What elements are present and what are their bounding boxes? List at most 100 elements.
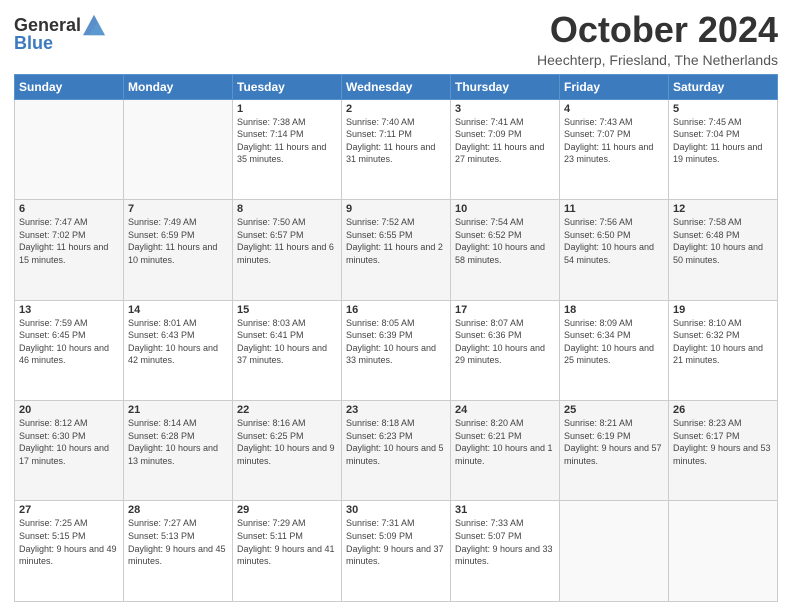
calendar-cell: 11Sunrise: 7:56 AM Sunset: 6:50 PM Dayli… <box>560 200 669 300</box>
logo: General Blue <box>14 14 105 52</box>
day-number: 6 <box>19 203 119 215</box>
day-number: 4 <box>564 103 664 115</box>
page: General Blue October 2024 Heechterp, Fri… <box>0 0 792 612</box>
day-info: Sunrise: 8:21 AM Sunset: 6:19 PM Dayligh… <box>564 417 664 467</box>
calendar-cell: 22Sunrise: 8:16 AM Sunset: 6:25 PM Dayli… <box>233 401 342 501</box>
calendar-cell: 3Sunrise: 7:41 AM Sunset: 7:09 PM Daylig… <box>451 99 560 199</box>
day-info: Sunrise: 7:27 AM Sunset: 5:13 PM Dayligh… <box>128 517 228 567</box>
day-info: Sunrise: 8:07 AM Sunset: 6:36 PM Dayligh… <box>455 317 555 367</box>
day-number: 5 <box>673 103 773 115</box>
day-number: 24 <box>455 404 555 416</box>
calendar-cell <box>124 99 233 199</box>
calendar-cell: 8Sunrise: 7:50 AM Sunset: 6:57 PM Daylig… <box>233 200 342 300</box>
calendar-header-wednesday: Wednesday <box>342 74 451 99</box>
calendar-cell: 2Sunrise: 7:40 AM Sunset: 7:11 PM Daylig… <box>342 99 451 199</box>
calendar-cell: 18Sunrise: 8:09 AM Sunset: 6:34 PM Dayli… <box>560 300 669 400</box>
calendar-header-monday: Monday <box>124 74 233 99</box>
day-info: Sunrise: 7:25 AM Sunset: 5:15 PM Dayligh… <box>19 517 119 567</box>
day-number: 26 <box>673 404 773 416</box>
day-info: Sunrise: 8:16 AM Sunset: 6:25 PM Dayligh… <box>237 417 337 467</box>
calendar-cell: 26Sunrise: 8:23 AM Sunset: 6:17 PM Dayli… <box>669 401 778 501</box>
calendar-header-sunday: Sunday <box>15 74 124 99</box>
day-info: Sunrise: 8:18 AM Sunset: 6:23 PM Dayligh… <box>346 417 446 467</box>
day-number: 25 <box>564 404 664 416</box>
day-info: Sunrise: 8:05 AM Sunset: 6:39 PM Dayligh… <box>346 317 446 367</box>
calendar-cell: 4Sunrise: 7:43 AM Sunset: 7:07 PM Daylig… <box>560 99 669 199</box>
header-right: October 2024 Heechterp, Friesland, The N… <box>537 10 778 68</box>
calendar-cell: 5Sunrise: 7:45 AM Sunset: 7:04 PM Daylig… <box>669 99 778 199</box>
day-info: Sunrise: 7:41 AM Sunset: 7:09 PM Dayligh… <box>455 116 555 166</box>
day-info: Sunrise: 8:03 AM Sunset: 6:41 PM Dayligh… <box>237 317 337 367</box>
calendar-cell: 25Sunrise: 8:21 AM Sunset: 6:19 PM Dayli… <box>560 401 669 501</box>
calendar-cell: 20Sunrise: 8:12 AM Sunset: 6:30 PM Dayli… <box>15 401 124 501</box>
day-number: 2 <box>346 103 446 115</box>
calendar-cell: 23Sunrise: 8:18 AM Sunset: 6:23 PM Dayli… <box>342 401 451 501</box>
day-info: Sunrise: 7:52 AM Sunset: 6:55 PM Dayligh… <box>346 216 446 266</box>
calendar-week-row: 13Sunrise: 7:59 AM Sunset: 6:45 PM Dayli… <box>15 300 778 400</box>
header: General Blue October 2024 Heechterp, Fri… <box>14 10 778 68</box>
day-number: 7 <box>128 203 228 215</box>
calendar-header-friday: Friday <box>560 74 669 99</box>
calendar-cell: 17Sunrise: 8:07 AM Sunset: 6:36 PM Dayli… <box>451 300 560 400</box>
day-number: 3 <box>455 103 555 115</box>
day-info: Sunrise: 7:49 AM Sunset: 6:59 PM Dayligh… <box>128 216 228 266</box>
day-info: Sunrise: 7:38 AM Sunset: 7:14 PM Dayligh… <box>237 116 337 166</box>
calendar-cell: 1Sunrise: 7:38 AM Sunset: 7:14 PM Daylig… <box>233 99 342 199</box>
calendar-table: SundayMondayTuesdayWednesdayThursdayFrid… <box>14 74 778 602</box>
day-info: Sunrise: 8:23 AM Sunset: 6:17 PM Dayligh… <box>673 417 773 467</box>
logo-blue-text: Blue <box>14 34 53 52</box>
day-number: 9 <box>346 203 446 215</box>
calendar-week-row: 1Sunrise: 7:38 AM Sunset: 7:14 PM Daylig… <box>15 99 778 199</box>
calendar-header-thursday: Thursday <box>451 74 560 99</box>
calendar-cell: 19Sunrise: 8:10 AM Sunset: 6:32 PM Dayli… <box>669 300 778 400</box>
day-info: Sunrise: 7:58 AM Sunset: 6:48 PM Dayligh… <box>673 216 773 266</box>
calendar-cell: 15Sunrise: 8:03 AM Sunset: 6:41 PM Dayli… <box>233 300 342 400</box>
day-number: 15 <box>237 304 337 316</box>
day-info: Sunrise: 7:47 AM Sunset: 7:02 PM Dayligh… <box>19 216 119 266</box>
calendar-cell: 6Sunrise: 7:47 AM Sunset: 7:02 PM Daylig… <box>15 200 124 300</box>
calendar-header-row: SundayMondayTuesdayWednesdayThursdayFrid… <box>15 74 778 99</box>
calendar-cell: 21Sunrise: 8:14 AM Sunset: 6:28 PM Dayli… <box>124 401 233 501</box>
logo-text: General <box>14 16 81 34</box>
calendar-cell: 29Sunrise: 7:29 AM Sunset: 5:11 PM Dayli… <box>233 501 342 602</box>
calendar-week-row: 6Sunrise: 7:47 AM Sunset: 7:02 PM Daylig… <box>15 200 778 300</box>
day-info: Sunrise: 8:20 AM Sunset: 6:21 PM Dayligh… <box>455 417 555 467</box>
day-number: 18 <box>564 304 664 316</box>
day-info: Sunrise: 7:31 AM Sunset: 5:09 PM Dayligh… <box>346 517 446 567</box>
calendar-cell: 28Sunrise: 7:27 AM Sunset: 5:13 PM Dayli… <box>124 501 233 602</box>
day-number: 17 <box>455 304 555 316</box>
calendar-header-tuesday: Tuesday <box>233 74 342 99</box>
day-info: Sunrise: 8:09 AM Sunset: 6:34 PM Dayligh… <box>564 317 664 367</box>
calendar-cell: 24Sunrise: 8:20 AM Sunset: 6:21 PM Dayli… <box>451 401 560 501</box>
calendar-week-row: 20Sunrise: 8:12 AM Sunset: 6:30 PM Dayli… <box>15 401 778 501</box>
day-info: Sunrise: 7:29 AM Sunset: 5:11 PM Dayligh… <box>237 517 337 567</box>
calendar-cell: 16Sunrise: 8:05 AM Sunset: 6:39 PM Dayli… <box>342 300 451 400</box>
logo-icon <box>83 14 105 36</box>
day-number: 27 <box>19 504 119 516</box>
day-number: 29 <box>237 504 337 516</box>
calendar-cell: 30Sunrise: 7:31 AM Sunset: 5:09 PM Dayli… <box>342 501 451 602</box>
calendar-cell <box>560 501 669 602</box>
calendar-cell: 31Sunrise: 7:33 AM Sunset: 5:07 PM Dayli… <box>451 501 560 602</box>
day-number: 13 <box>19 304 119 316</box>
day-number: 20 <box>19 404 119 416</box>
calendar-cell: 13Sunrise: 7:59 AM Sunset: 6:45 PM Dayli… <box>15 300 124 400</box>
day-number: 10 <box>455 203 555 215</box>
day-number: 11 <box>564 203 664 215</box>
day-info: Sunrise: 7:43 AM Sunset: 7:07 PM Dayligh… <box>564 116 664 166</box>
day-number: 30 <box>346 504 446 516</box>
day-info: Sunrise: 7:45 AM Sunset: 7:04 PM Dayligh… <box>673 116 773 166</box>
day-info: Sunrise: 7:54 AM Sunset: 6:52 PM Dayligh… <box>455 216 555 266</box>
day-info: Sunrise: 8:10 AM Sunset: 6:32 PM Dayligh… <box>673 317 773 367</box>
day-info: Sunrise: 7:50 AM Sunset: 6:57 PM Dayligh… <box>237 216 337 266</box>
calendar-header-saturday: Saturday <box>669 74 778 99</box>
calendar-cell: 14Sunrise: 8:01 AM Sunset: 6:43 PM Dayli… <box>124 300 233 400</box>
calendar-cell <box>15 99 124 199</box>
day-number: 19 <box>673 304 773 316</box>
day-info: Sunrise: 8:14 AM Sunset: 6:28 PM Dayligh… <box>128 417 228 467</box>
day-info: Sunrise: 8:12 AM Sunset: 6:30 PM Dayligh… <box>19 417 119 467</box>
calendar-cell: 10Sunrise: 7:54 AM Sunset: 6:52 PM Dayli… <box>451 200 560 300</box>
day-number: 8 <box>237 203 337 215</box>
day-number: 1 <box>237 103 337 115</box>
calendar-week-row: 27Sunrise: 7:25 AM Sunset: 5:15 PM Dayli… <box>15 501 778 602</box>
